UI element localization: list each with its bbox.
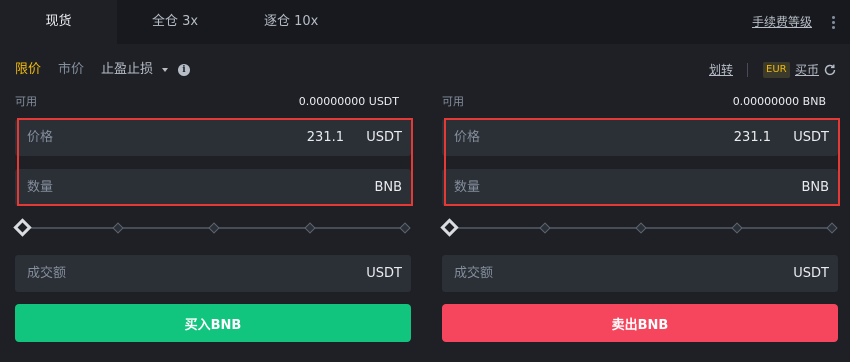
available-label: 可用 xyxy=(15,95,37,108)
sell-amount-slider[interactable] xyxy=(440,218,838,237)
buy-price-input[interactable]: 价格 231.1 USDT xyxy=(15,119,411,156)
slider-node-100[interactable] xyxy=(399,222,411,234)
total-label: 成交额 xyxy=(27,266,67,281)
buy-total-input[interactable]: 成交额 USDT xyxy=(15,255,411,292)
amount-label: 数量 xyxy=(27,180,54,195)
available-balance: 0.00000000 USDT xyxy=(298,95,399,108)
slider-node-25[interactable] xyxy=(112,222,124,234)
total-unit: USDT xyxy=(366,266,402,281)
buy-order-panel: 可用 0.00000000 USDT 价格 231.1 USDT 数量 BNB … xyxy=(13,92,413,362)
available-balance: 0.00000000 BNB xyxy=(732,95,826,108)
slider-node-100[interactable] xyxy=(826,222,838,234)
total-unit: USDT xyxy=(793,266,829,281)
slider-node-50[interactable] xyxy=(635,222,647,234)
available-label: 可用 xyxy=(442,95,464,108)
refresh-icon[interactable] xyxy=(823,63,837,77)
price-value[interactable]: 231.1 xyxy=(184,119,344,156)
transfer-link[interactable]: 划转 xyxy=(709,60,733,80)
available-balance-row: 可用 0.00000000 BNB xyxy=(442,92,838,112)
sell-order-panel: 可用 0.00000000 BNB 价格 231.1 USDT 数量 BNB 成… xyxy=(440,92,840,362)
amount-label: 数量 xyxy=(454,180,481,195)
total-label: 成交额 xyxy=(454,266,494,281)
price-label: 价格 xyxy=(27,130,54,145)
caret-down-icon[interactable] xyxy=(162,68,168,72)
price-label: 价格 xyxy=(454,130,481,145)
buy-button[interactable]: 买入BNB xyxy=(15,304,411,342)
slider-node-50[interactable] xyxy=(208,222,220,234)
available-balance-row: 可用 0.00000000 USDT xyxy=(15,92,411,112)
order-type-stop-limit[interactable]: 止盈止损 xyxy=(101,60,153,80)
price-unit: USDT xyxy=(366,130,402,145)
sell-total-input[interactable]: 成交额 USDT xyxy=(442,255,838,292)
sell-amount-input[interactable]: 数量 BNB xyxy=(442,169,838,206)
slider-handle-icon[interactable] xyxy=(440,218,459,237)
sell-button[interactable]: 卖出BNB xyxy=(442,304,838,342)
slider-node-75[interactable] xyxy=(304,222,316,234)
buy-coin-link[interactable]: 买币 xyxy=(795,60,819,80)
amount-unit: BNB xyxy=(374,180,402,195)
order-type-limit[interactable]: 限价 xyxy=(15,60,41,80)
buy-amount-input[interactable]: 数量 BNB xyxy=(15,169,411,206)
price-unit: USDT xyxy=(793,130,829,145)
price-value[interactable]: 231.1 xyxy=(611,119,771,156)
tab-isolated-margin[interactable]: 逐仓 10x xyxy=(264,0,318,44)
divider xyxy=(747,63,748,77)
slider-node-25[interactable] xyxy=(539,222,551,234)
tab-cross-margin[interactable]: 全仓 3x xyxy=(152,0,198,44)
buy-amount-slider[interactable] xyxy=(13,218,411,237)
info-icon[interactable]: i xyxy=(178,64,190,76)
more-vertical-icon[interactable] xyxy=(828,12,838,32)
slider-handle-icon[interactable] xyxy=(13,218,32,237)
currency-badge: EUR xyxy=(763,62,790,78)
sell-price-input[interactable]: 价格 231.1 USDT xyxy=(442,119,838,156)
tab-spot[interactable]: 现货 xyxy=(0,0,117,44)
slider-node-75[interactable] xyxy=(731,222,743,234)
order-type-market[interactable]: 市价 xyxy=(58,60,84,80)
amount-unit: BNB xyxy=(801,180,829,195)
fee-level-link[interactable]: 手续费等级 xyxy=(752,0,812,44)
margin-tab-bar: 现货 全仓 3x 逐仓 10x 手续费等级 xyxy=(0,0,850,44)
